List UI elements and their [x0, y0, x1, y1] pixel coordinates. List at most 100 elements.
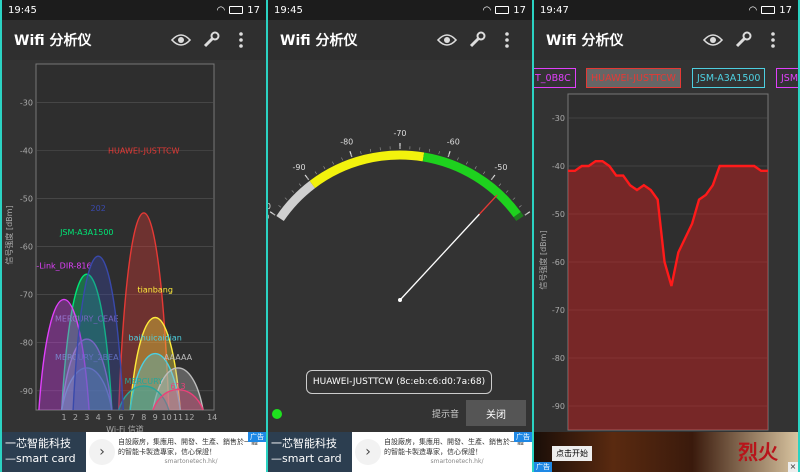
- gauge-minor-tick: [298, 183, 302, 187]
- ad-banner[interactable]: 一芯智能科技 —smart card › 自設廠房，集應用、開發、生產、銷售於一體…: [2, 432, 266, 472]
- x-tick-label: 11: [173, 413, 183, 422]
- ad-banner[interactable]: 一芯智能科技 —smart card › 自設廠房，集應用、開發、生產、銷售於一體…: [268, 432, 532, 472]
- ad-arrow-icon[interactable]: ›: [355, 439, 381, 465]
- gauge-segment: [309, 150, 425, 189]
- status-time: 19:47: [540, 4, 569, 16]
- time-graph: -30 -40 -50 -60 -70 -80 -90 信号强度 [dBm]: [538, 93, 769, 431]
- gauge-segment: [276, 180, 316, 222]
- ad-game-logo: 烈火: [738, 440, 778, 464]
- signal-meter-area: -100-90-80-70-60-50-40dBm HUAWEI-JUSTTCW…: [268, 60, 532, 432]
- x-tick-label: 10: [162, 413, 172, 422]
- status-time: 19:45: [8, 4, 37, 16]
- screen-channel-graph: 19:45 ◠ 17 Wifi 分析仪 -30 -40 -50 -60 -70 -80 -90…: [2, 0, 266, 472]
- ssid-label[interactable]: HUAWEI-JUSTTCW (8c:eb:c6:d0:7a:68): [306, 370, 492, 394]
- more-menu-icon[interactable]: [760, 27, 786, 53]
- wifi-icon: ◠: [748, 4, 758, 16]
- y-axis-label: 信号强度 [dBm]: [4, 205, 14, 264]
- eye-icon[interactable]: [700, 27, 726, 53]
- sound-label[interactable]: 提示音: [432, 407, 459, 420]
- network-label: AAAAA: [164, 353, 193, 362]
- eye-icon[interactable]: [168, 27, 194, 53]
- y-tick-label: -70: [552, 306, 565, 315]
- battery-level: 17: [779, 4, 792, 16]
- gauge-needle: [399, 213, 480, 301]
- ad-tag: 广告: [514, 432, 532, 442]
- battery-icon: [495, 6, 510, 14]
- gauge-tick-label: -90: [292, 163, 305, 172]
- more-menu-icon[interactable]: [494, 27, 520, 53]
- gauge-minor-tick: [332, 161, 334, 165]
- gauge-tick-label: -50: [494, 163, 507, 172]
- app-bar: Wifi 分析仪: [2, 20, 266, 60]
- x-tick-label: 4: [96, 413, 101, 422]
- status-bar: 19:45 ◠ 17: [2, 0, 266, 20]
- y-tick-label: -30: [552, 114, 565, 123]
- status-bar: 19:45 ◠ 17: [268, 0, 532, 20]
- tab-network-2[interactable]: JSM-A3A1500: [692, 68, 766, 88]
- wrench-icon[interactable]: [198, 27, 224, 53]
- network-label: -Link_DIR-816: [36, 262, 91, 271]
- gauge-minor-tick: [369, 148, 372, 152]
- gauge-minor-tick: [512, 197, 516, 200]
- x-tick-label: 5: [107, 413, 112, 422]
- gauge-minor-tick: [498, 183, 502, 187]
- gauge-minor-tick: [428, 148, 431, 152]
- gauge-unit: dBm: [268, 212, 269, 220]
- x-tick-label: 6: [118, 413, 123, 422]
- close-button[interactable]: 关闭: [466, 400, 526, 426]
- screen-time-graph: 19:47 ◠ 17 Wifi 分析仪 T_0B8C HUAWEI-JUSTTCW…: [534, 0, 798, 472]
- y-tick-label: -60: [552, 258, 565, 267]
- app-title: Wifi 分析仪: [280, 33, 358, 49]
- gauge-tick-label: -70: [393, 129, 406, 138]
- wrench-icon[interactable]: [730, 27, 756, 53]
- gauge-minor-tick: [466, 161, 468, 165]
- battery-level: 17: [513, 4, 526, 16]
- ad-start-button[interactable]: 点击开始: [552, 446, 592, 461]
- battery-icon: [761, 6, 776, 14]
- ad-close-icon[interactable]: ×: [788, 462, 798, 472]
- y-tick-label: -50: [552, 210, 565, 219]
- gauge-minor-tick: [291, 190, 295, 193]
- gauge-minor-tick: [457, 157, 459, 161]
- gauge-minor-tick: [314, 171, 317, 175]
- x-tick-label: 14: [207, 413, 217, 422]
- y-tick-label: -90: [20, 387, 33, 396]
- ad-tag: 广告: [534, 462, 552, 472]
- app-bar: Wifi 分析仪: [268, 20, 532, 60]
- tab-network-1[interactable]: HUAWEI-JUSTTCW: [586, 68, 681, 88]
- x-tick-label: 3: [84, 413, 89, 422]
- y-axis-label: 信号强度 [dBm]: [538, 230, 548, 289]
- network-label: tianbang: [137, 286, 172, 295]
- tab-network-0[interactable]: T_0B8C: [534, 68, 576, 88]
- y-tick-label: -70: [20, 291, 33, 300]
- wifi-icon: ◠: [482, 4, 492, 16]
- more-menu-icon[interactable]: [228, 27, 254, 53]
- gauge-minor-tick: [438, 151, 440, 155]
- x-tick-label: 7: [130, 413, 135, 422]
- screen-signal-meter: 19:45 ◠17 Wifi 分析仪 -100-90-80-70-60-50-4…: [268, 0, 532, 472]
- ad-arrow-icon[interactable]: ›: [89, 439, 115, 465]
- y-tick-label: -40: [20, 147, 33, 156]
- time-graph-area: T_0B8C HUAWEI-JUSTTCW JSM-A3A1500 JSM -3…: [534, 60, 798, 432]
- y-tick-label: -80: [552, 354, 565, 363]
- x-axis-label: Wi-Fi 信道: [106, 424, 144, 432]
- ad-text: 自設廠房，集應用、開發、生產、銷售於一體的智能卡製造專家，信心保證！ smarto…: [118, 438, 258, 465]
- y-tick-label: -90: [552, 402, 565, 411]
- ad-brand: 一芯智能科技 —smart card: [268, 432, 352, 472]
- wrench-icon[interactable]: [464, 27, 490, 53]
- y-tick-label: -50: [20, 195, 33, 204]
- game-ad-banner[interactable]: 点击开始 烈火 广告 ×: [534, 432, 798, 472]
- app-bar: Wifi 分析仪: [534, 20, 798, 60]
- gauge-minor-tick: [483, 171, 486, 175]
- gauge-tick-label: -100: [268, 202, 271, 211]
- battery-level: 17: [247, 4, 260, 16]
- status-dot: [272, 409, 282, 419]
- wifi-icon: ◠: [216, 4, 226, 16]
- gauge-segment: [513, 211, 524, 222]
- eye-icon[interactable]: [434, 27, 460, 53]
- gauge-pivot: [398, 298, 402, 302]
- x-tick-label: 2: [73, 413, 78, 422]
- tab-network-3[interactable]: JSM: [776, 68, 798, 88]
- gauge-tick-label: -80: [340, 138, 353, 147]
- x-tick-label: 12: [184, 413, 194, 422]
